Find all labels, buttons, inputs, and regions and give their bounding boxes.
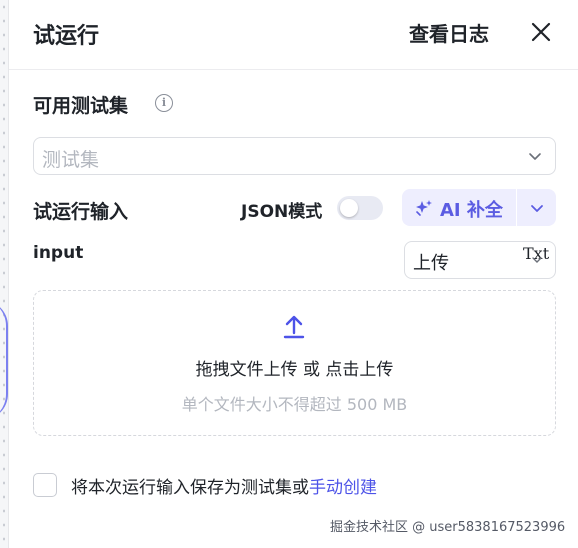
toggle-knob — [340, 199, 358, 217]
chevron-down-icon — [532, 257, 542, 263]
test-run-panel: 试运行 查看日志 可用测试集 i 测试集 试运行输入 JSON模式 AI 补全 … — [8, 0, 578, 548]
file-dropzone[interactable]: 拖拽文件上传 或 点击上传 单个文件大小不得超过 500 MB — [33, 290, 556, 436]
watermark: 掘金技术社区 @ user5838167523996 — [330, 520, 566, 535]
manual-create-link[interactable]: 手动创建 — [309, 478, 377, 498]
json-mode-toggle[interactable] — [337, 196, 383, 220]
run-input-label: 试运行输入 — [33, 201, 129, 223]
test-set-label: 可用测试集 — [33, 95, 129, 117]
panel-header: 试运行 查看日志 — [9, 0, 578, 70]
drag-upload-text: 拖拽文件上传 — [195, 360, 298, 380]
click-upload-link[interactable]: 点击上传 — [325, 360, 393, 380]
sparkle-icon — [416, 200, 432, 216]
ai-fill-button[interactable]: AI 补全 — [402, 189, 516, 226]
upload-icon — [283, 315, 305, 339]
test-set-placeholder: 测试集 — [42, 149, 100, 171]
view-log-button[interactable]: 查看日志 — [409, 18, 489, 47]
save-as-test-set-checkbox[interactable] — [33, 473, 57, 497]
save-as-test-set-label: 将本次运行输入保存为测试集或手动创建 — [71, 473, 377, 498]
ai-fill-label: AI 补全 — [440, 200, 503, 221]
test-set-select[interactable]: 测试集 — [33, 137, 556, 175]
chevron-down-icon — [531, 205, 543, 212]
file-size-limit: 单个文件大小不得超过 500 MB — [181, 395, 408, 414]
chevron-down-icon — [529, 153, 541, 160]
panel-title: 试运行 — [33, 24, 100, 49]
info-icon[interactable]: i — [155, 94, 173, 112]
input-type-select[interactable]: 上传 Txt — [404, 241, 556, 279]
dropzone-instructions: 拖拽文件上传 或 点击上传 — [34, 355, 555, 380]
input-type-value: 上传 — [413, 253, 449, 274]
save-text: 将本次运行输入保存为测试集或 — [71, 478, 309, 498]
json-mode-label: JSON模式 — [241, 202, 323, 222]
canvas-background — [0, 0, 8, 548]
or-text: 或 — [297, 360, 326, 380]
ai-fill-dropdown[interactable] — [517, 189, 556, 226]
close-icon[interactable] — [527, 18, 555, 46]
input-field-name: input — [33, 243, 84, 263]
